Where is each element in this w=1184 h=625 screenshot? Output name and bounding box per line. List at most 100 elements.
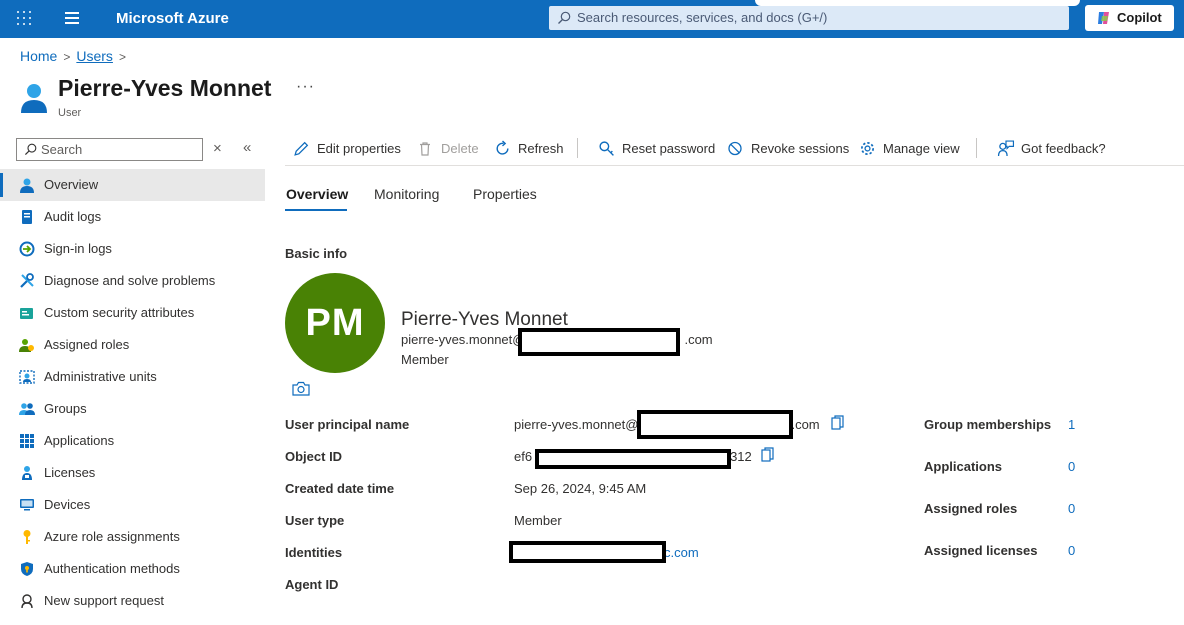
search-icon: [558, 11, 571, 24]
sidebar-item-diagnose[interactable]: Diagnose and solve problems: [0, 265, 265, 297]
applications-icon: [20, 434, 34, 448]
collapse-icon[interactable]: «: [243, 139, 251, 156]
redaction-box: [535, 449, 731, 469]
sidebar-item-audit-logs[interactable]: Audit logs: [0, 201, 265, 233]
breadcrumb: Home > Users >: [20, 48, 132, 64]
avatar: PM: [285, 273, 385, 373]
section-title: Basic info: [285, 246, 348, 261]
sidebar-item-authentication-methods[interactable]: Authentication methods: [0, 553, 265, 585]
sidebar-item-label: Groups: [44, 401, 87, 416]
reset-password-button[interactable]: Reset password: [598, 134, 715, 164]
edit-properties-label: Edit properties: [317, 141, 401, 156]
agent-id-label: Agent ID: [285, 577, 339, 592]
page-title: Pierre-Yves Monnet: [58, 75, 272, 101]
object-id-prefix: ef6: [514, 449, 533, 464]
support-icon: [21, 594, 33, 609]
redaction-box: [518, 328, 680, 356]
stat-applications-label: Applications: [924, 459, 1003, 474]
menu-icon[interactable]: [65, 12, 79, 24]
tab-overview[interactable]: Overview: [286, 186, 348, 202]
user-icon: [21, 84, 47, 113]
devices-icon: [20, 499, 34, 511]
stat-applications-value[interactable]: 0: [1068, 459, 1075, 474]
app-launcher-icon[interactable]: [17, 11, 33, 27]
profile-email-suffix: .com: [684, 332, 713, 347]
more-options-icon[interactable]: ···: [296, 78, 315, 96]
copy-icon[interactable]: [831, 415, 845, 431]
upn-suffix: .com: [791, 417, 820, 432]
breadcrumb-users[interactable]: Users: [76, 48, 113, 64]
manage-view-button[interactable]: Manage view: [859, 134, 960, 164]
sidebar-item-azure-role-assignments[interactable]: Azure role assignments: [0, 521, 265, 553]
sidebar-search-input[interactable]: Search: [16, 138, 203, 161]
created-label: Created date time: [285, 481, 395, 496]
stat-assigned-roles-value[interactable]: 0: [1068, 501, 1075, 516]
search-icon: [24, 143, 37, 156]
sidebar-item-label: New support request: [44, 593, 164, 608]
toolbar-divider: [976, 138, 977, 158]
feedback-icon: [997, 140, 1015, 156]
sidebar-item-groups[interactable]: Groups: [0, 393, 265, 425]
block-icon: [728, 141, 742, 156]
edit-properties-button[interactable]: Edit properties: [293, 134, 401, 164]
key-search-icon: [599, 141, 614, 156]
tab-monitoring[interactable]: Monitoring: [374, 186, 439, 202]
stat-group-memberships-value[interactable]: 1: [1068, 417, 1075, 432]
copilot-button[interactable]: Copilot: [1085, 5, 1174, 31]
camera-icon[interactable]: [292, 381, 310, 396]
command-bar: Edit properties Delete Refresh Reset pas…: [285, 134, 1184, 166]
user-icon: [20, 178, 34, 193]
sidebar-item-label: Overview: [44, 177, 99, 192]
sidebar-item-label: Devices: [44, 497, 91, 512]
user-type-value: Member: [514, 513, 562, 528]
groups-icon: [19, 403, 35, 415]
sidebar-item-overview[interactable]: Overview: [0, 169, 265, 201]
sidebar-item-label: Applications: [44, 433, 115, 448]
sidebar-search-placeholder: Search: [41, 142, 83, 157]
licenses-icon: [22, 466, 32, 480]
chevron-right-icon: >: [63, 50, 71, 64]
sidebar-item-assigned-roles[interactable]: Assigned roles: [0, 329, 265, 361]
brand-title[interactable]: Microsoft Azure: [116, 10, 229, 27]
sidebar-item-custom-security-attributes[interactable]: Custom security attributes: [0, 297, 265, 329]
breadcrumb-home[interactable]: Home: [20, 48, 57, 64]
identities-label: Identities: [285, 545, 343, 560]
reset-password-label: Reset password: [622, 141, 716, 156]
redaction-box: [637, 410, 793, 439]
sidebar-item-label: Authentication methods: [44, 561, 180, 576]
trash-icon: [420, 142, 430, 156]
key-icon: [23, 530, 31, 544]
sidebar-item-label: Audit logs: [44, 209, 102, 224]
close-icon[interactable]: ×: [213, 140, 222, 157]
profile-email-prefix: pierre-yves.monnet@: [401, 332, 526, 347]
sidebar-item-sign-in-logs[interactable]: Sign-in logs: [0, 233, 265, 265]
global-search-input[interactable]: Search resources, services, and docs (G+…: [549, 6, 1069, 30]
feedback-button[interactable]: Got feedback?: [997, 134, 1106, 164]
toolbar-divider: [577, 138, 578, 158]
object-id-suffix: 312: [730, 449, 752, 464]
upn-prefix: pierre-yves.monnet@: [514, 417, 639, 432]
sidebar-item-administrative-units[interactable]: Administrative units: [0, 361, 265, 393]
sidebar-item-devices[interactable]: Devices: [0, 489, 265, 521]
global-search-placeholder: Search resources, services, and docs (G+…: [577, 10, 828, 25]
revoke-sessions-button[interactable]: Revoke sessions: [727, 134, 849, 164]
sidebar-item-licenses[interactable]: Licenses: [0, 457, 265, 489]
sidebar-item-applications[interactable]: Applications: [0, 425, 265, 457]
tab-properties[interactable]: Properties: [473, 186, 537, 202]
sign-in-icon: [19, 241, 35, 257]
copilot-label: Copilot: [1117, 10, 1162, 25]
copy-icon[interactable]: [761, 447, 775, 463]
gear-icon: [861, 142, 874, 155]
sidebar-item-new-support-request[interactable]: New support request: [0, 585, 265, 617]
attributes-icon: [20, 308, 33, 319]
manage-view-label: Manage view: [883, 141, 960, 156]
delete-button[interactable]: Delete: [417, 134, 479, 164]
sidebar-item-label: Administrative units: [44, 369, 157, 384]
shield-icon: [21, 562, 33, 576]
stat-assigned-licenses-value[interactable]: 0: [1068, 543, 1075, 558]
sidebar-item-label: Azure role assignments: [44, 529, 180, 544]
stat-assigned-licenses-label: Assigned licenses: [924, 543, 1038, 558]
delete-label: Delete: [441, 141, 479, 156]
upn-label: User principal name: [285, 417, 410, 432]
refresh-button[interactable]: Refresh: [494, 134, 564, 164]
